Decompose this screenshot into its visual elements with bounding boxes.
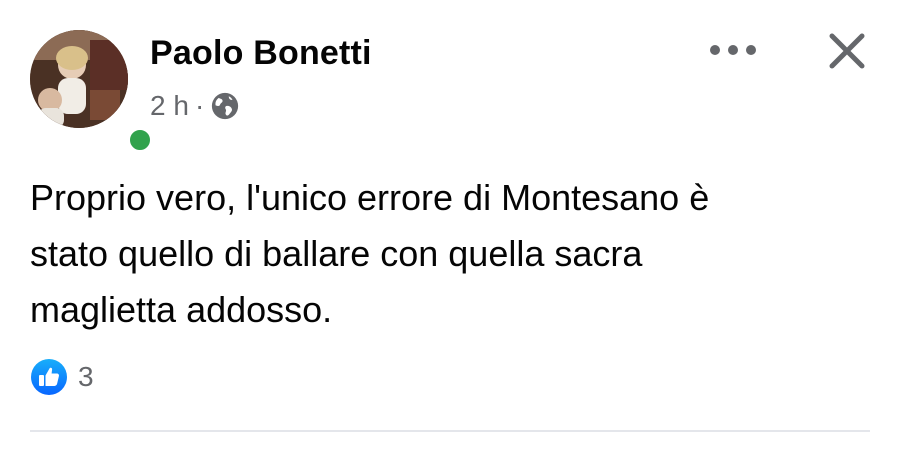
close-icon[interactable] <box>824 28 870 74</box>
globe-icon[interactable] <box>210 91 240 121</box>
meta-separator: · <box>194 90 205 121</box>
author-name[interactable]: Paolo Bonetti <box>150 34 372 73</box>
like-icon <box>31 359 67 395</box>
post-meta: 2 h · <box>150 89 240 123</box>
author-avatar-container[interactable] <box>30 30 154 154</box>
more-dots-icon <box>710 45 720 55</box>
post-card: Paolo Bonetti 2 h · Proprio vero, l'unic… <box>0 0 900 450</box>
more-dots-icon <box>746 45 756 55</box>
more-options-button[interactable] <box>710 38 756 62</box>
post-body-text: Proprio vero, l'unico errore di Montesan… <box>30 177 710 330</box>
avatar-photo <box>30 30 128 128</box>
reactions-summary[interactable]: 3 <box>30 357 94 397</box>
divider <box>30 430 870 432</box>
post-timestamp[interactable]: 2 h <box>150 90 189 122</box>
more-dots-icon <box>728 45 738 55</box>
reaction-count: 3 <box>78 361 94 392</box>
online-status-dot <box>126 126 154 154</box>
avatar[interactable] <box>30 30 128 128</box>
